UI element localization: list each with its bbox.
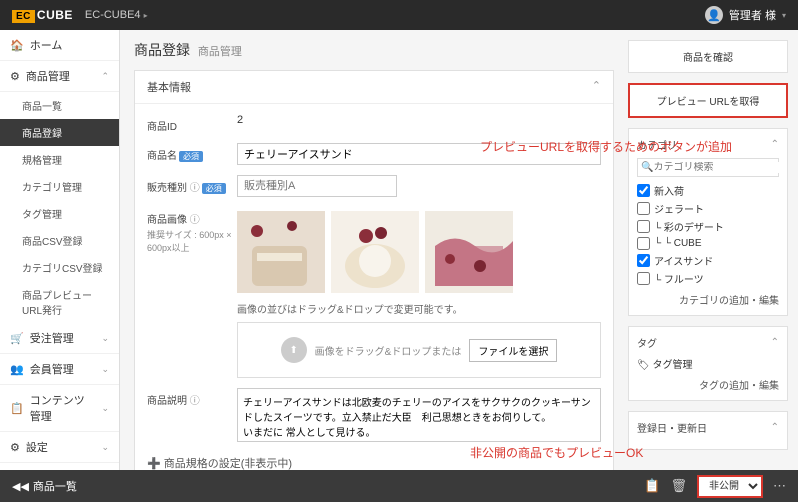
upload-icon: ⬆: [281, 337, 307, 363]
more-icon[interactable]: ⋯: [773, 478, 786, 494]
collapse-icon[interactable]: ⌃: [771, 139, 779, 150]
category-checkbox[interactable]: アイスサンド: [637, 253, 779, 268]
tag-mgmt[interactable]: 🏷 タグ管理: [637, 356, 779, 371]
id-value: 2: [237, 114, 601, 126]
collapse-icon[interactable]: ⌃: [771, 337, 779, 348]
user-menu[interactable]: 👤 管理者 様 ▾: [705, 6, 786, 24]
logo: ECCUBE: [12, 8, 73, 22]
collapse-icon[interactable]: ⌃: [592, 79, 601, 92]
page-title: 商品登録 商品管理: [134, 40, 614, 60]
category-checkbox[interactable]: └ └ CUBE: [637, 237, 779, 250]
sidebar-item-store[interactable]: ★ オーナーズストア⌄: [0, 463, 119, 470]
drop-note: 画像の並びはドラッグ&ドロップで変更可能です。: [237, 301, 601, 316]
tag-edit-link[interactable]: タグの追加・編集: [637, 377, 779, 392]
saletype-label: 販売種別 ⓘ必須: [147, 175, 237, 194]
right-column: 商品を確認 プレビュー URLを取得 カテゴリ⌃ 🔍 新入荷 ジェラート └ 彩…: [628, 30, 798, 470]
tag-card: タグ⌃ 🏷 タグ管理 タグの追加・編集: [628, 326, 788, 401]
collapse-icon[interactable]: ⌃: [771, 422, 779, 433]
name-input[interactable]: [237, 143, 601, 165]
bottombar: ◀◀ 商品一覧 📋 🗑 非公開 ⋯: [0, 470, 798, 502]
category-search[interactable]: 🔍: [637, 158, 779, 177]
category-card: カテゴリ⌃ 🔍 新入荷 ジェラート └ 彩のデザート └ └ CUBE アイスサ…: [628, 128, 788, 316]
file-select-button[interactable]: ファイルを選択: [469, 339, 557, 362]
product-image[interactable]: [237, 211, 325, 293]
name-label: 商品名必須: [147, 143, 237, 162]
back-button[interactable]: ◀◀ 商品一覧: [12, 478, 77, 494]
breadcrumb[interactable]: EC-CUBE4 ▸: [85, 9, 148, 21]
sidebar-sub-list[interactable]: 商品一覧: [0, 92, 119, 119]
desc-textarea[interactable]: チェリーアイスサンドは北欧麦のチェリーのアイスをサクサクのクッキーサンドしたスイ…: [237, 388, 601, 442]
product-image[interactable]: [331, 211, 419, 293]
id-label: 商品ID: [147, 114, 237, 133]
delete-icon[interactable]: 🗑: [670, 478, 687, 494]
sidebar-item-product[interactable]: ⚙ 商品管理⌃: [0, 61, 119, 92]
category-checkbox[interactable]: 新入荷: [637, 183, 779, 198]
saletype-input[interactable]: [237, 175, 397, 197]
sidebar-sub-register[interactable]: 商品登録: [0, 119, 119, 146]
sidebar-sub-catcsv[interactable]: カテゴリCSV登録: [0, 254, 119, 281]
search-icon: 🔍: [641, 162, 653, 173]
date-card: 登録日・更新日⌃: [628, 411, 788, 450]
main-content: 商品登録 商品管理 基本情報⌃ 商品ID2 商品名必須 販売種別 ⓘ必須 商品画…: [120, 30, 628, 470]
user-icon: 👤: [705, 6, 723, 24]
category-checkbox[interactable]: └ 彩のデザート: [637, 219, 779, 234]
sidebar-sub-preview[interactable]: 商品プレビューURL発行: [0, 281, 119, 323]
category-checkbox[interactable]: └ フルーツ: [637, 271, 779, 286]
category-search-input[interactable]: [653, 162, 785, 173]
image-list: [237, 211, 601, 293]
category-checkbox[interactable]: ジェラート: [637, 201, 779, 216]
spec-toggle[interactable]: ➕ 商品規格の設定(非表示中): [147, 455, 601, 470]
sidebar: 🏠 ホーム ⚙ 商品管理⌃ 商品一覧 商品登録 規格管理 カテゴリ管理 タグ管理…: [0, 30, 120, 470]
preview-url-button[interactable]: プレビュー URLを取得: [628, 83, 788, 118]
sidebar-item-member[interactable]: 👥 会員管理⌄: [0, 354, 119, 385]
panel-head: 基本情報⌃: [135, 71, 613, 104]
sidebar-sub-category[interactable]: カテゴリ管理: [0, 173, 119, 200]
basic-info-panel: 基本情報⌃ 商品ID2 商品名必須 販売種別 ⓘ必須 商品画像 ⓘ推奨サイズ :…: [134, 70, 614, 470]
product-image[interactable]: [425, 211, 513, 293]
sidebar-sub-tag[interactable]: タグ管理: [0, 200, 119, 227]
sidebar-item-setting[interactable]: ⚙ 設定⌄: [0, 432, 119, 463]
sidebar-item-order[interactable]: 🛒 受注管理⌄: [0, 323, 119, 354]
sidebar-item-home[interactable]: 🏠 ホーム: [0, 30, 119, 61]
category-edit-link[interactable]: カテゴリの追加・編集: [637, 292, 779, 307]
dropzone[interactable]: ⬆ 画像をドラッグ&ドロップまたは ファイルを選択: [237, 322, 601, 378]
topbar: ECCUBE EC-CUBE4 ▸ 👤 管理者 様 ▾: [0, 0, 798, 30]
sidebar-sub-spec[interactable]: 規格管理: [0, 146, 119, 173]
sidebar-sub-csv[interactable]: 商品CSV登録: [0, 227, 119, 254]
copy-icon[interactable]: 📋: [644, 478, 660, 494]
image-label: 商品画像 ⓘ推奨サイズ : 600px × 600px以上: [147, 207, 237, 254]
sidebar-item-content[interactable]: 📋 コンテンツ管理⌄: [0, 385, 119, 432]
publish-select[interactable]: 非公開: [697, 475, 763, 498]
confirm-button[interactable]: 商品を確認: [628, 40, 788, 73]
desc-label: 商品説明 ⓘ: [147, 388, 237, 407]
